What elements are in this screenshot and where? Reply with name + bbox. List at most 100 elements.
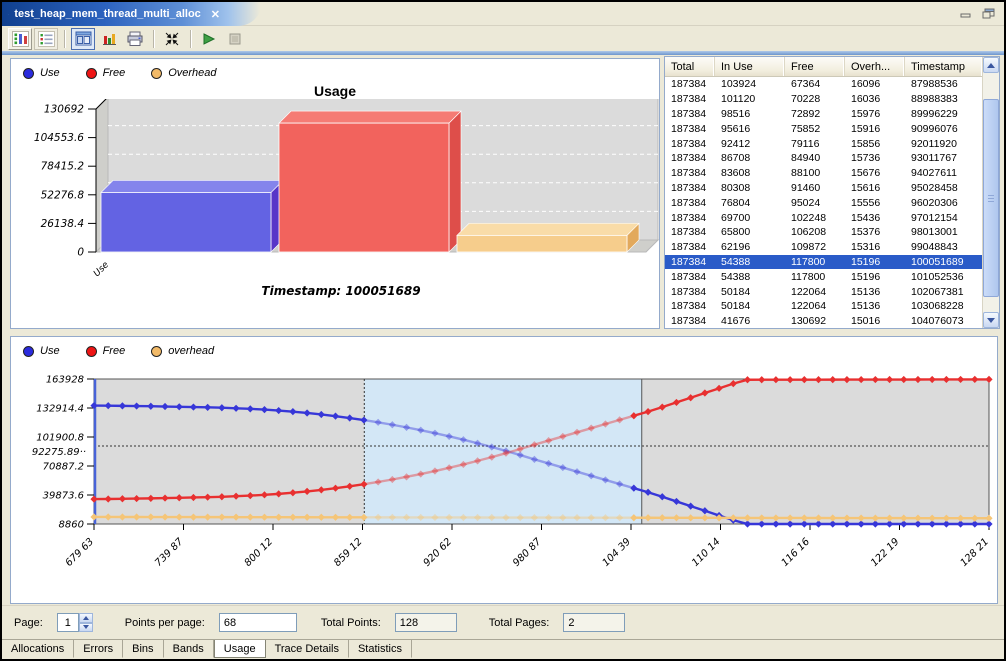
svg-text:39873.6: 39873.6 xyxy=(43,491,84,502)
table-cell: 187384 xyxy=(665,271,715,283)
table-row[interactable]: 18738480308914601561695028458 xyxy=(665,181,999,196)
svg-text:78415.2: 78415.2 xyxy=(41,161,85,173)
table-row[interactable]: 1873845018412206415136103068228 xyxy=(665,299,999,314)
svg-text:26138.4: 26138.4 xyxy=(41,218,84,230)
bottom-tab-usage[interactable]: Usage xyxy=(214,640,266,658)
legend-item-free: Free xyxy=(86,67,126,79)
table-cell: 15016 xyxy=(845,315,905,327)
table-cell: 122064 xyxy=(785,300,845,312)
toolbar-separator xyxy=(64,30,65,48)
toolbar-separator xyxy=(190,30,191,48)
svg-text:Use: Use xyxy=(92,260,111,279)
free-legend-dot-icon xyxy=(86,68,97,79)
bottom-tab-trace-details[interactable]: Trace Details xyxy=(266,640,349,658)
table-cell: 15196 xyxy=(845,271,905,283)
bottom-tab-bands[interactable]: Bands xyxy=(164,640,214,658)
table-cell: 187384 xyxy=(665,286,715,298)
svg-text:859 12: 859 12 xyxy=(332,536,365,569)
minimize-view-icon[interactable] xyxy=(958,6,974,20)
table-row[interactable]: 187384658001062081537698013001 xyxy=(665,225,999,240)
table-row[interactable]: 18738483608881001567694027611 xyxy=(665,166,999,181)
svg-text:101900.8: 101900.8 xyxy=(36,433,84,444)
column-header[interactable]: In Use xyxy=(715,57,785,76)
table-cell: 117800 xyxy=(785,271,845,283)
bottom-tab-bins[interactable]: Bins xyxy=(123,640,163,658)
stop-icon xyxy=(223,28,247,50)
table-cell: 130692 xyxy=(785,315,845,327)
legend-item-use: Use xyxy=(23,67,60,79)
bar-free xyxy=(279,111,461,252)
table-cell: 187384 xyxy=(665,138,715,150)
table-row[interactable]: 18738498516728921597689996229 xyxy=(665,107,999,122)
column-header[interactable]: Timestamp xyxy=(905,57,983,76)
table-scrollbar[interactable] xyxy=(982,57,999,328)
tab-close-icon[interactable]: ✕ xyxy=(211,8,220,21)
column-header[interactable]: Free xyxy=(785,57,845,76)
panel-view-icon[interactable] xyxy=(71,28,95,50)
usage-bar-chart-panel: Use Free Overhead Usage 026138.452276.87… xyxy=(10,58,660,329)
legend-item-overhead: Overhead xyxy=(151,67,216,79)
scroll-down-button[interactable] xyxy=(983,312,999,328)
editor-tab-strip: test_heap_mem_thread_multi_alloc ✕ xyxy=(2,2,1004,26)
legend-label: Overhead xyxy=(168,67,216,79)
table-cell: 67364 xyxy=(785,78,845,90)
use-legend-dot-icon xyxy=(23,346,34,357)
bar-chart-icon[interactable] xyxy=(97,28,121,50)
legend-label: Use xyxy=(40,345,60,357)
points-per-page-input[interactable] xyxy=(219,613,297,632)
scrollbar-thumb[interactable] xyxy=(983,99,999,297)
table-row[interactable]: 18738495616758521591690996076 xyxy=(665,121,999,136)
table-cell: 84940 xyxy=(785,152,845,164)
table-row[interactable]: 187384697001022481543697012154 xyxy=(665,210,999,225)
column-header[interactable]: Total xyxy=(665,57,715,76)
svg-text:739 87: 739 87 xyxy=(153,536,186,569)
scroll-up-button[interactable] xyxy=(983,57,999,73)
table-cell: 87988536 xyxy=(905,78,983,90)
maximize-view-icon[interactable] xyxy=(980,6,996,20)
table-row[interactable]: 187384103924673641609687988536 xyxy=(665,77,999,92)
table-cell: 50184 xyxy=(715,300,785,312)
svg-text:163928: 163928 xyxy=(46,375,84,386)
pager-bar: Page: Points per page: Total Points: Tot… xyxy=(2,605,1004,639)
metrics-list-icon[interactable] xyxy=(34,28,58,50)
table-cell: 91460 xyxy=(785,182,845,194)
editor-tab[interactable]: test_heap_mem_thread_multi_alloc ✕ xyxy=(2,2,228,26)
bar-chart-title: Usage xyxy=(11,83,659,99)
table-row[interactable]: 1873845018412206415136102067381 xyxy=(665,284,999,299)
table-row[interactable]: 1873845438811780015196100051689 xyxy=(665,255,999,270)
table-cell: 187384 xyxy=(665,182,715,194)
bottom-tab-errors[interactable]: Errors xyxy=(74,640,123,658)
collapse-arrows-icon[interactable] xyxy=(160,28,184,50)
bottom-tab-allocations[interactable]: Allocations xyxy=(2,640,74,658)
play-icon[interactable] xyxy=(197,28,221,50)
table-cell: 70228 xyxy=(785,93,845,105)
app-window: test_heap_mem_thread_multi_alloc ✕ xyxy=(0,0,1006,661)
table-row[interactable]: 18738486708849401573693011767 xyxy=(665,151,999,166)
page-spinner-up-button[interactable] xyxy=(79,613,93,623)
bottom-tab-statistics[interactable]: Statistics xyxy=(349,640,412,658)
metrics-dots-icon[interactable] xyxy=(8,28,32,50)
total-pages-field xyxy=(563,613,625,632)
printer-icon[interactable] xyxy=(123,28,147,50)
table-cell: 187384 xyxy=(665,167,715,179)
table-cell: 97012154 xyxy=(905,212,983,224)
table-cell: 100051689 xyxy=(905,256,983,268)
svg-text:980 87: 980 87 xyxy=(511,536,544,569)
table-row[interactable]: 18738492412791161585692011920 xyxy=(665,136,999,151)
use-legend-dot-icon xyxy=(23,68,34,79)
page-spinner-down-button[interactable] xyxy=(79,623,93,633)
overhead-legend-dot-icon xyxy=(151,346,162,357)
toolbar-separator xyxy=(153,30,154,48)
table-row[interactable]: 1873845438811780015196101052536 xyxy=(665,269,999,284)
page-spinner[interactable] xyxy=(57,613,93,632)
svg-text:122 19: 122 19 xyxy=(869,536,902,569)
table-row[interactable]: 187384101120702281603688988383 xyxy=(665,92,999,107)
bar-use xyxy=(101,180,283,252)
page-input[interactable] xyxy=(57,613,79,632)
table-row[interactable]: 1873844167613069215016104076073 xyxy=(665,314,999,328)
table-row[interactable]: 187384621961098721531699048843 xyxy=(665,240,999,255)
column-header[interactable]: Overh... xyxy=(845,57,905,76)
table-row[interactable]: 18738476804950241555696020306 xyxy=(665,195,999,210)
line-chart-svg[interactable]: 886039873.670887.2101900.8132914.4163928… xyxy=(11,359,997,591)
table-cell: 83608 xyxy=(715,167,785,179)
